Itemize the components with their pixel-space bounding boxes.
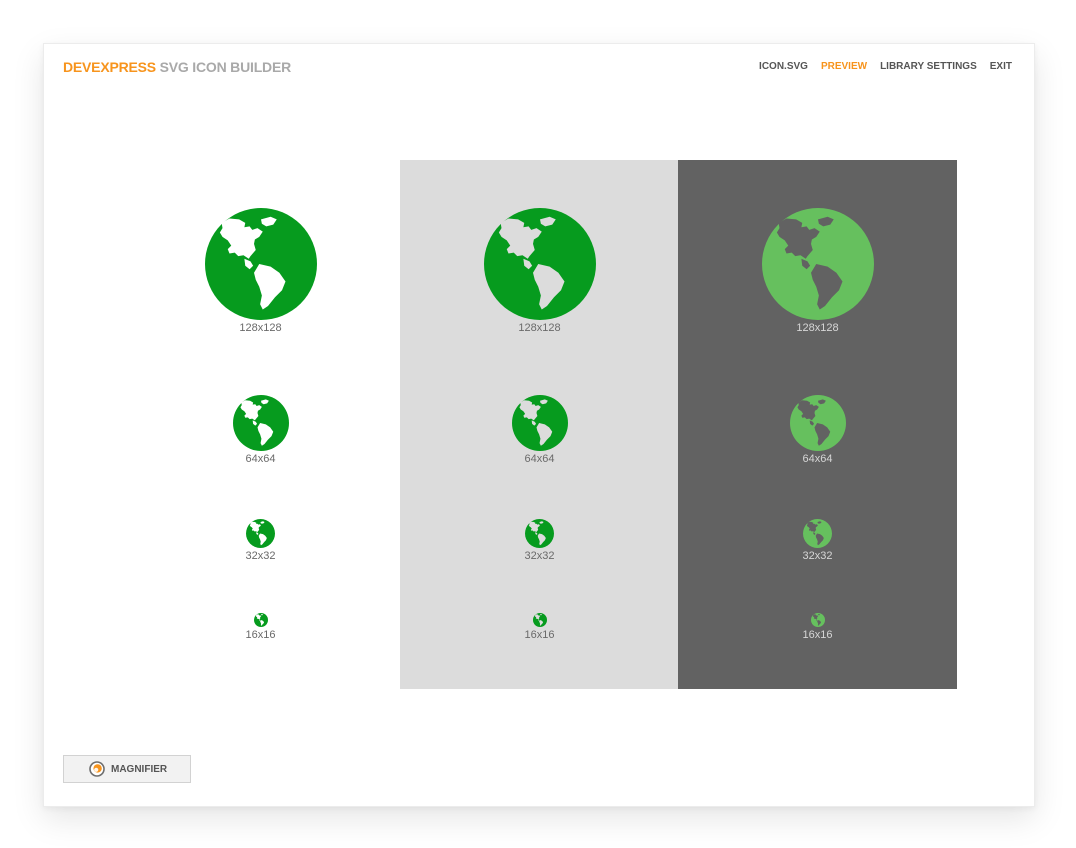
globe-americas-icon	[533, 613, 547, 627]
size-label: 16x16	[245, 629, 276, 641]
nav-library-settings[interactable]: LIBRARY SETTINGS	[880, 61, 977, 72]
size-label: 128x128	[518, 322, 561, 334]
globe-americas-icon	[762, 208, 874, 320]
preview-cell-32: 32x32	[121, 519, 400, 563]
preview-cell-64: 64x64	[678, 395, 957, 466]
preview-cell-16: 16x16	[121, 613, 400, 642]
globe-americas-icon	[790, 395, 846, 451]
preview-cell-64: 64x64	[400, 395, 679, 466]
size-label: 32x32	[245, 550, 276, 562]
brand-secondary: SVG ICON BUILDER	[159, 59, 292, 75]
nav-icon-svg[interactable]: ICON.SVG	[759, 61, 808, 72]
app-window: DEVEXPRESS SVG ICON BUILDER ICON.SVG PRE…	[43, 43, 1035, 807]
size-label: 32x32	[524, 550, 555, 562]
brand-primary: DEVEXPRESS	[63, 59, 156, 75]
globe-americas-icon	[811, 613, 825, 627]
size-label: 128x128	[239, 322, 282, 334]
preview-cell-16: 16x16	[400, 613, 679, 642]
top-nav: ICON.SVG PREVIEW LIBRARY SETTINGS EXIT	[759, 61, 1012, 72]
magnifier-icon	[89, 761, 105, 777]
globe-americas-icon	[246, 519, 275, 548]
preview-cell-128: 128x128	[400, 208, 679, 335]
preview-panel-dark: 128x128 64x64 32x32 16x16	[678, 160, 957, 689]
preview-panel-light: 128x128 64x64 32x32 16x16	[400, 160, 679, 689]
size-label: 64x64	[245, 453, 276, 465]
magnifier-button[interactable]: MAGNIFIER	[63, 755, 191, 783]
magnifier-label: MAGNIFIER	[111, 763, 168, 775]
size-label: 16x16	[524, 629, 555, 641]
preview-cell-128: 128x128	[121, 208, 400, 335]
preview-panel-white: 128x128 64x64 32x32 16x16	[121, 160, 400, 689]
globe-americas-icon	[233, 395, 289, 451]
size-label: 16x16	[802, 629, 833, 641]
size-label: 128x128	[796, 322, 839, 334]
globe-americas-icon	[254, 613, 268, 627]
preview-cell-16: 16x16	[678, 613, 957, 642]
size-label: 64x64	[524, 453, 555, 465]
app-brand: DEVEXPRESS SVG ICON BUILDER	[63, 59, 291, 75]
preview-cell-128: 128x128	[678, 208, 957, 335]
globe-americas-icon	[205, 208, 317, 320]
globe-americas-icon	[484, 208, 596, 320]
nav-preview[interactable]: PREVIEW	[821, 61, 867, 72]
preview-cell-64: 64x64	[121, 395, 400, 466]
nav-exit[interactable]: EXIT	[990, 61, 1012, 72]
preview-cell-32: 32x32	[678, 519, 957, 563]
globe-americas-icon	[803, 519, 832, 548]
size-label: 64x64	[802, 453, 833, 465]
preview-cell-32: 32x32	[400, 519, 679, 563]
globe-americas-icon	[512, 395, 568, 451]
size-label: 32x32	[802, 550, 833, 562]
globe-americas-icon	[525, 519, 554, 548]
